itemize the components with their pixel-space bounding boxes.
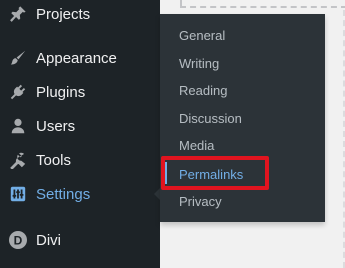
sidebar-item-label: Divi: [36, 231, 61, 249]
submenu-item-discussion[interactable]: Discussion: [160, 105, 325, 131]
sidebar-item-users[interactable]: Users: [0, 109, 160, 143]
submenu-item-label: Reading: [179, 82, 228, 98]
submenu-item-privacy[interactable]: Privacy: [160, 188, 325, 214]
paintbrush-icon: [8, 48, 28, 68]
submenu-item-writing[interactable]: Writing: [160, 50, 325, 76]
sidebar-item-label: Tools: [36, 151, 72, 169]
sidebar-item-projects[interactable]: Projects: [0, 0, 160, 31]
submenu-item-label: General: [179, 27, 226, 43]
sidebar-item-settings[interactable]: Settings: [0, 177, 160, 211]
submenu-item-label: Discussion: [179, 110, 242, 126]
divi-logo-icon: D: [8, 230, 28, 250]
submenu-item-permalinks[interactable]: Permalinks: [160, 156, 325, 190]
wrench-icon: [8, 150, 28, 170]
submenu-item-media[interactable]: Media: [160, 132, 325, 158]
plug-icon: [8, 82, 28, 102]
sidebar-item-appearance[interactable]: Appearance: [0, 41, 160, 75]
sliders-icon: [8, 184, 28, 204]
submenu-item-label: Media: [179, 137, 215, 153]
submenu-item-label: Writing: [179, 55, 220, 71]
sidebar-item-label: Settings: [36, 185, 91, 203]
pin-icon: [8, 4, 28, 24]
submenu-item-reading[interactable]: Reading: [160, 77, 325, 103]
sidebar-item-label: Appearance: [36, 49, 117, 67]
highlight-annotation-box: [161, 156, 269, 190]
sidebar-item-plugins[interactable]: Plugins: [0, 75, 160, 109]
settings-submenu-flyout: General Writing Reading Discussion Media…: [160, 14, 325, 222]
svg-text:D: D: [14, 234, 23, 248]
submenu-item-label: Privacy: [179, 193, 222, 209]
content-area-dashed-border: [180, 0, 345, 8]
submenu-item-general[interactable]: General: [160, 22, 325, 48]
sidebar-item-tools[interactable]: Tools: [0, 143, 160, 177]
sidebar-item-label: Users: [36, 117, 76, 135]
sidebar-item-label: Plugins: [36, 83, 86, 101]
user-icon: [8, 116, 28, 136]
sidebar-item-divi[interactable]: D Divi: [0, 223, 160, 257]
admin-sidebar: Projects Appearance Plugins Users Tools: [0, 0, 160, 268]
sidebar-item-label: Projects: [36, 5, 91, 23]
